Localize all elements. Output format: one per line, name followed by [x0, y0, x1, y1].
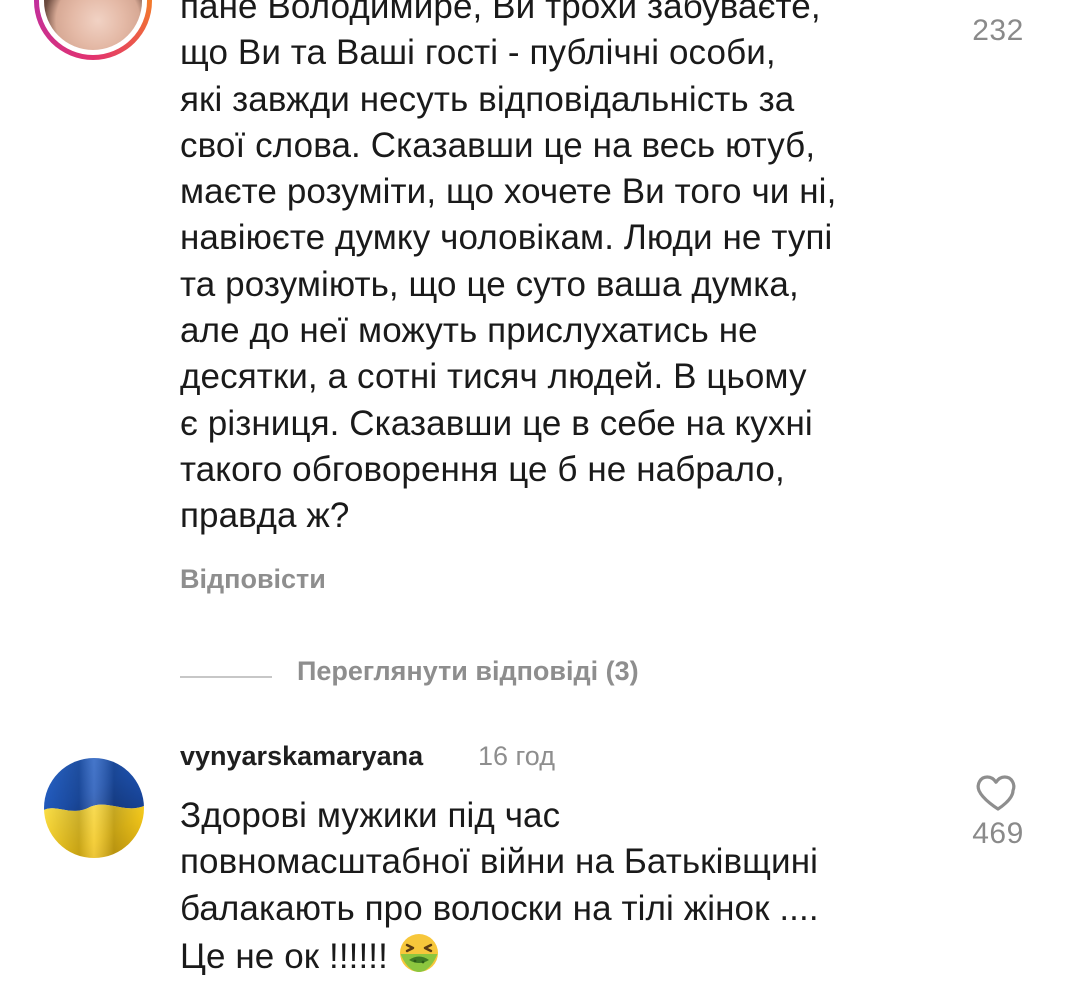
comment-text: пане Володимире, Ви трохи забуваєте, що … — [180, 0, 837, 536]
like-column: 469 — [958, 767, 1038, 851]
like-column: 232 — [958, 0, 1038, 48]
story-avatar[interactable] — [34, 0, 152, 60]
comment-text-body: Здорові мужики під час повномасштабної в… — [180, 796, 819, 976]
avatar-ring-gap — [39, 0, 147, 55]
avatar-photo — [44, 0, 142, 50]
nauseated-face-emoji-icon — [398, 932, 440, 974]
view-replies-button[interactable]: Переглянути відповіді (3) — [297, 656, 639, 687]
avatar[interactable] — [44, 758, 144, 858]
comment-text: Здорові мужики під час повномасштабної в… — [180, 793, 940, 980]
like-count: 469 — [972, 817, 1024, 850]
like-count: 232 — [972, 14, 1024, 47]
comment-username[interactable]: vynyarskamaryana — [180, 741, 423, 772]
heart-icon[interactable] — [976, 0, 1020, 4]
ukraine-flag-icon — [44, 758, 144, 858]
heart-icon[interactable] — [974, 767, 1022, 815]
reply-button[interactable]: Відповісти — [180, 564, 326, 595]
replies-divider — [180, 676, 272, 678]
comment-timestamp: 16 год — [478, 741, 555, 771]
